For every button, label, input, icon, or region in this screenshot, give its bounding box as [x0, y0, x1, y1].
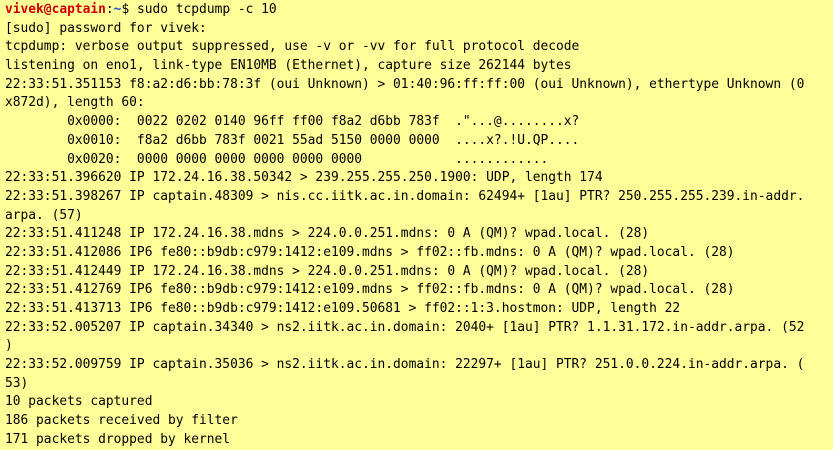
output-line: arpa. (57) [5, 207, 83, 223]
output-line: tcpdump: verbose output suppressed, use … [5, 39, 580, 55]
terminal-window[interactable]: vivek@captain:~$ sudo tcpdump -c 10 [sud… [0, 0, 833, 447]
terminal-scrollbar[interactable] [829, 0, 833, 412]
prompt-line: vivek@captain:~$ sudo tcpdump -c 10 [5, 1, 833, 20]
output-line: [sudo] password for vivek: [5, 20, 207, 36]
summary-line: 171 packets dropped by kernel [5, 431, 231, 447]
output-line: 22:33:51.413713 IP6 fe80::b9db:c979:1412… [5, 301, 681, 316]
output-line: x872d), length 60: [5, 95, 145, 111]
output-line: 22:33:52.009759 IP captain.35036 > ns2.i… [5, 357, 805, 373]
output-line: ) [5, 338, 13, 354]
output-line: 22:33:51.351153 f8:a2:d6:bb:78:3f (oui U… [5, 76, 805, 92]
prompt-separator: : [105, 2, 114, 17]
output-line: 22:33:52.005207 IP captain.34340 > ns2.i… [5, 319, 805, 335]
output-line: 22:33:51.398267 IP captain.48309 > nis.c… [5, 188, 805, 204]
hex-dump-line: 0x0020: 0000 0000 0000 0000 0000 0000 ..… [5, 151, 549, 167]
output-line: listening on eno1, link-type EN10MB (Eth… [5, 58, 572, 74]
hex-dump-line: 0x0000: 0022 0202 0140 96ff ff00 f8a2 d6… [5, 114, 580, 130]
prompt-symbol: $ [121, 2, 137, 17]
hex-dump-line: 0x0010: f8a2 d6bb 783f 0021 55ad 5150 00… [5, 132, 580, 148]
output-line: 22:33:51.412086 IP6 fe80::b9db:c979:1412… [5, 244, 735, 260]
output-line: 22:33:51.396620 IP 172.24.16.38.50342 > … [5, 170, 603, 186]
output-line: 53) [5, 375, 29, 391]
summary-line: 186 packets received by filter [5, 413, 238, 429]
output-line: 22:33:51.412769 IP6 fe80::b9db:c979:1412… [5, 282, 735, 298]
output-line: 22:33:51.411248 IP 172.24.16.38.mdns > 2… [5, 226, 650, 242]
prompt-user-host: vivek@captain [5, 2, 106, 17]
output-line: 22:33:51.412449 IP 172.24.16.38.mdns > 2… [5, 263, 650, 279]
summary-line: 10 packets captured [5, 394, 153, 410]
command-text: sudo tcpdump -c 10 [136, 2, 277, 17]
